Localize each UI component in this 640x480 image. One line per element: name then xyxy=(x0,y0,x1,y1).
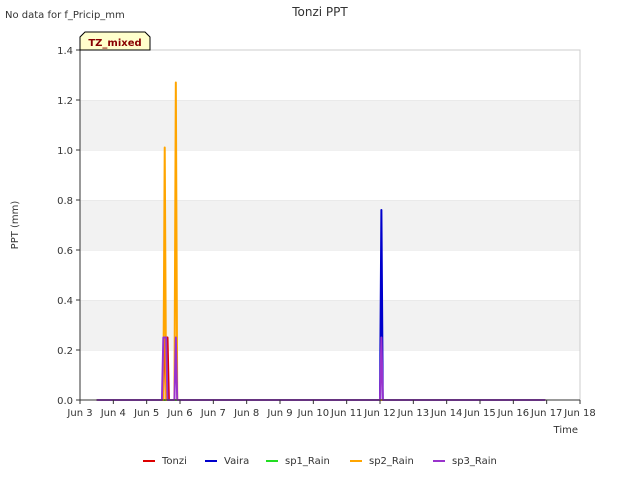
x-tick-label: Jun 9 xyxy=(266,408,292,419)
x-tick-label: Jun 14 xyxy=(430,408,463,419)
x-tick-label: Jun 8 xyxy=(233,408,259,419)
x-tick-label: Jun 16 xyxy=(497,408,530,419)
x-tick-label: Jun 18 xyxy=(563,408,596,419)
y-tick-label: 0.2 xyxy=(57,346,73,357)
grid-band xyxy=(80,150,580,200)
legend-item: Tonzi xyxy=(143,456,187,467)
y-tick-label: 1.0 xyxy=(57,146,73,157)
grid-band xyxy=(80,300,580,350)
x-tick-label: Jun 6 xyxy=(166,408,192,419)
ppt-chart: 0.0 0.2 0.4 0.6 0.8 1.0 1.2 1.4 Jun 3 Jun 4 Jun 5… xyxy=(5,5,596,467)
x-tick-label: Jun 7 xyxy=(200,408,226,419)
y-tick-label: 0.0 xyxy=(57,396,73,407)
legend-label: sp1_Rain xyxy=(285,456,330,467)
y-tick-label: 0.8 xyxy=(57,196,73,207)
tz-mixed-badge-label: TZ_mixed xyxy=(88,38,141,49)
legend-item: sp3_Rain xyxy=(433,456,497,467)
x-tick-label: Jun 5 xyxy=(133,408,159,419)
y-tick-label: 0.4 xyxy=(57,296,73,307)
no-data-note: No data for f_Pricip_mm xyxy=(5,10,125,21)
x-tick-label: Jun 13 xyxy=(397,408,430,419)
x-tick-label: Jun 15 xyxy=(463,408,496,419)
legend-item: sp1_Rain xyxy=(266,456,330,467)
legend-label: sp2_Rain xyxy=(369,456,414,467)
x-tick-label: Jun 12 xyxy=(363,408,396,419)
legend-label: sp3_Rain xyxy=(452,456,497,467)
x-tick-label: Jun 3 xyxy=(66,408,92,419)
x-ticks: Jun 3 Jun 4 Jun 5 Jun 6 Jun 7 Jun 8 Jun 9 Jun 1… xyxy=(66,400,596,419)
y-axis-label: PPT (mm) xyxy=(10,201,21,250)
legend-item: sp2_Rain xyxy=(350,456,414,467)
x-tick-label: Jun 17 xyxy=(530,408,563,419)
y-tick-label: 1.4 xyxy=(57,46,73,57)
tz-mixed-badge: TZ_mixed xyxy=(79,31,151,51)
grid-band xyxy=(80,50,580,100)
chart-title: Tonzi PPT xyxy=(291,5,348,19)
x-tick-label: Jun 4 xyxy=(100,408,126,419)
grid-bands xyxy=(80,49,580,400)
grid-band xyxy=(80,100,580,150)
grid-band xyxy=(80,350,580,400)
grid-band xyxy=(80,200,580,250)
y-ticks: 0.0 0.2 0.4 0.6 0.8 1.0 1.2 1.4 xyxy=(57,46,80,407)
legend: Tonzi Vaira sp1_Rain sp2_Rain sp3_Rain xyxy=(143,456,497,467)
x-tick-label: Jun 10 xyxy=(297,408,330,419)
y-tick-label: 0.6 xyxy=(57,246,73,257)
legend-label: Vaira xyxy=(224,456,249,467)
legend-item: Vaira xyxy=(205,456,249,467)
x-axis-label: Time xyxy=(553,425,578,436)
legend-label: Tonzi xyxy=(161,456,187,467)
y-tick-label: 1.2 xyxy=(57,96,73,107)
grid-band xyxy=(80,250,580,300)
x-tick-label: Jun 11 xyxy=(330,408,363,419)
